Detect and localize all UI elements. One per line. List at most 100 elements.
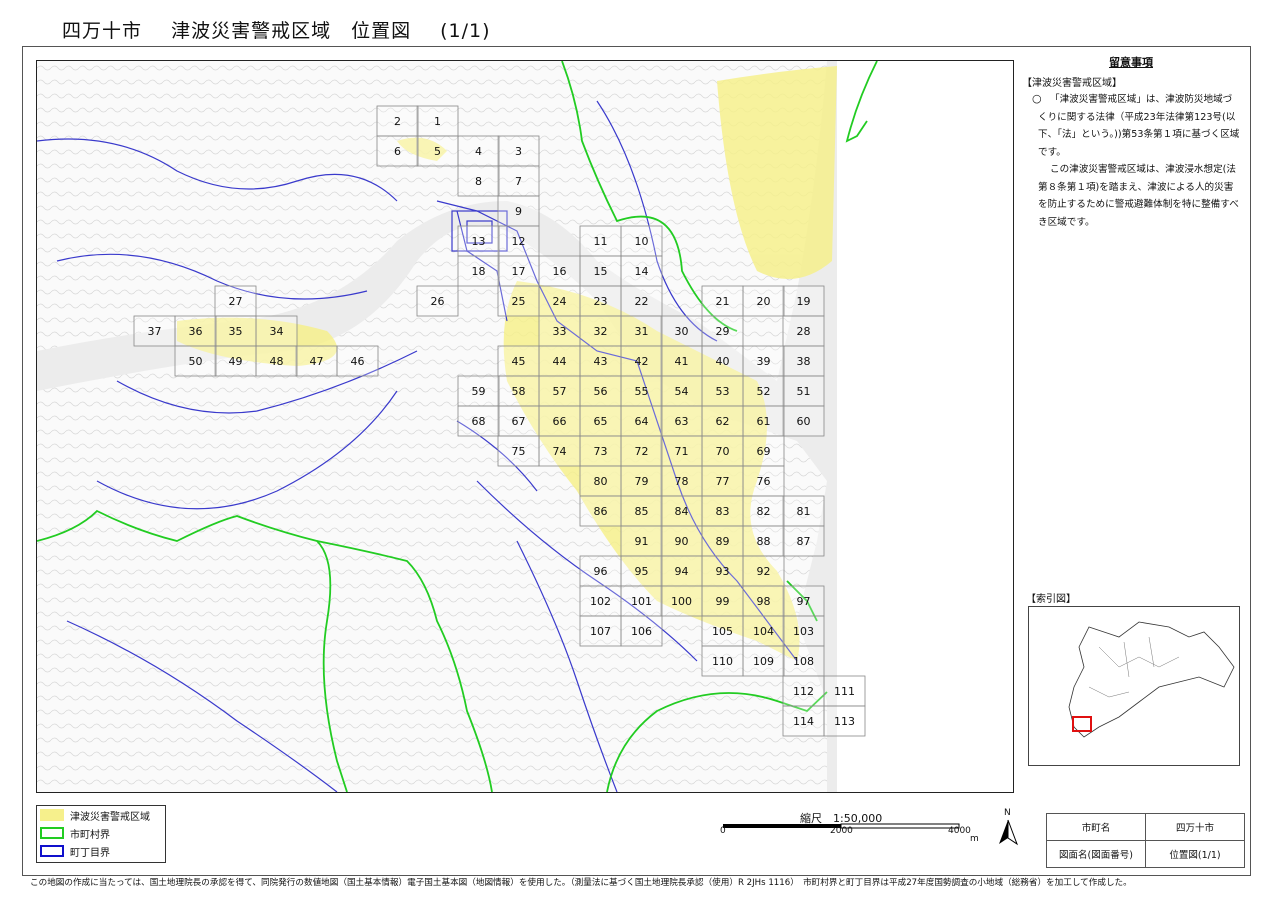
- map-sheet-number[interactable]: 21: [716, 295, 730, 308]
- map-sheet-number[interactable]: 57: [553, 385, 567, 398]
- map-sheet-number[interactable]: 108: [793, 655, 814, 668]
- map-sheet-number[interactable]: 6: [394, 145, 401, 158]
- map-sheet-number[interactable]: 112: [793, 685, 814, 698]
- map-sheet-number[interactable]: 53: [716, 385, 730, 398]
- map-sheet-number[interactable]: 104: [753, 625, 774, 638]
- map-sheet-number[interactable]: 48: [270, 355, 284, 368]
- map-sheet-number[interactable]: 41: [675, 355, 689, 368]
- map-sheet-number[interactable]: 85: [635, 505, 649, 518]
- map-sheet-number[interactable]: 74: [553, 445, 567, 458]
- map-sheet-number[interactable]: 75: [512, 445, 526, 458]
- map-sheet-number[interactable]: 100: [671, 595, 692, 608]
- map-sheet-number[interactable]: 97: [797, 595, 811, 608]
- map-sheet-number[interactable]: 88: [757, 535, 771, 548]
- map-sheet-number[interactable]: 98: [757, 595, 771, 608]
- map-sheet-number[interactable]: 50: [189, 355, 203, 368]
- map-sheet-number[interactable]: 91: [635, 535, 649, 548]
- map-sheet-number[interactable]: 42: [635, 355, 649, 368]
- map-sheet-number[interactable]: 95: [635, 565, 649, 578]
- map-sheet-number[interactable]: 49: [229, 355, 243, 368]
- map-sheet-number[interactable]: 52: [757, 385, 771, 398]
- map-sheet-number[interactable]: 12: [512, 235, 526, 248]
- map-sheet-number[interactable]: 58: [512, 385, 526, 398]
- map-sheet-number[interactable]: 16: [553, 265, 567, 278]
- map-sheet-number[interactable]: 34: [270, 325, 284, 338]
- map-sheet-number[interactable]: 15: [594, 265, 608, 278]
- map-sheet-number[interactable]: 17: [512, 265, 526, 278]
- map-sheet-number[interactable]: 54: [675, 385, 689, 398]
- map-sheet-number[interactable]: 63: [675, 415, 689, 428]
- map-sheet-number[interactable]: 2: [394, 115, 401, 128]
- map-sheet-number[interactable]: 80: [594, 475, 608, 488]
- map-sheet-number[interactable]: 36: [189, 325, 203, 338]
- map-sheet-number[interactable]: 22: [635, 295, 649, 308]
- map-sheet-number[interactable]: 43: [594, 355, 608, 368]
- map-sheet-number[interactable]: 94: [675, 565, 689, 578]
- map-sheet-number[interactable]: 3: [515, 145, 522, 158]
- map-sheet-number[interactable]: 61: [757, 415, 771, 428]
- map-sheet-number[interactable]: 101: [631, 595, 652, 608]
- map-sheet-number[interactable]: 10: [635, 235, 649, 248]
- map-sheet-number[interactable]: 84: [675, 505, 689, 518]
- map-sheet-number[interactable]: 14: [635, 265, 649, 278]
- map-sheet-number[interactable]: 8: [475, 175, 482, 188]
- map-sheet-number[interactable]: 68: [472, 415, 486, 428]
- map-sheet-number[interactable]: 32: [594, 325, 608, 338]
- map-sheet-number[interactable]: 62: [716, 415, 730, 428]
- map-sheet-number[interactable]: 30: [675, 325, 689, 338]
- map-sheet-number[interactable]: 86: [594, 505, 608, 518]
- map-sheet-number[interactable]: 92: [757, 565, 771, 578]
- map-sheet-number[interactable]: 1: [434, 115, 441, 128]
- map-sheet-number[interactable]: 18: [472, 265, 486, 278]
- map-sheet-number[interactable]: 45: [512, 355, 526, 368]
- map-sheet-number[interactable]: 56: [594, 385, 608, 398]
- map-sheet-number[interactable]: 55: [635, 385, 649, 398]
- map-sheet-number[interactable]: 20: [757, 295, 771, 308]
- map-sheet-number[interactable]: 114: [793, 715, 814, 728]
- map-sheet-number[interactable]: 25: [512, 295, 526, 308]
- map-sheet-number[interactable]: 19: [797, 295, 811, 308]
- map-sheet-number[interactable]: 89: [716, 535, 730, 548]
- map-sheet-number[interactable]: 9: [515, 205, 522, 218]
- map-sheet-number[interactable]: 59: [472, 385, 486, 398]
- map-sheet-number[interactable]: 24: [553, 295, 567, 308]
- map-sheet-number[interactable]: 73: [594, 445, 608, 458]
- map-sheet-number[interactable]: 44: [553, 355, 567, 368]
- map-sheet-number[interactable]: 47: [310, 355, 324, 368]
- map-sheet-number[interactable]: 87: [797, 535, 811, 548]
- map-sheet-number[interactable]: 106: [631, 625, 652, 638]
- map-sheet-number[interactable]: 29: [716, 325, 730, 338]
- map-sheet-number[interactable]: 11: [594, 235, 608, 248]
- map-sheet-number[interactable]: 102: [590, 595, 611, 608]
- map-sheet-number[interactable]: 69: [757, 445, 771, 458]
- map-sheet-number[interactable]: 31: [635, 325, 649, 338]
- map-sheet-number[interactable]: 7: [515, 175, 522, 188]
- map-sheet-number[interactable]: 70: [716, 445, 730, 458]
- map-sheet-number[interactable]: 90: [675, 535, 689, 548]
- map-sheet-number[interactable]: 4: [475, 145, 482, 158]
- map-sheet-number[interactable]: 82: [757, 505, 771, 518]
- map-sheet-number[interactable]: 28: [797, 325, 811, 338]
- map-sheet-number[interactable]: 111: [834, 685, 855, 698]
- map-sheet-number[interactable]: 5: [434, 145, 441, 158]
- map-sheet-number[interactable]: 46: [351, 355, 365, 368]
- map-sheet-number[interactable]: 113: [834, 715, 855, 728]
- map-sheet-number[interactable]: 23: [594, 295, 608, 308]
- map-sheet-number[interactable]: 81: [797, 505, 811, 518]
- map-sheet-number[interactable]: 103: [793, 625, 814, 638]
- map-sheet-number[interactable]: 79: [635, 475, 649, 488]
- map-sheet-number[interactable]: 93: [716, 565, 730, 578]
- map-sheet-number[interactable]: 64: [635, 415, 649, 428]
- map-sheet-number[interactable]: 77: [716, 475, 730, 488]
- map-area[interactable]: 1 2 3 4 5 6 7 8 9 10 11 12 13 14 15 16 17 18 19 20 21 22 23 24 2…: [36, 60, 1014, 793]
- map-sheet-number[interactable]: 37: [148, 325, 162, 338]
- map-sheet-number[interactable]: 96: [594, 565, 608, 578]
- map-sheet-number[interactable]: 38: [797, 355, 811, 368]
- map-sheet-number[interactable]: 72: [635, 445, 649, 458]
- map-sheet-number[interactable]: 67: [512, 415, 526, 428]
- map-sheet-number[interactable]: 60: [797, 415, 811, 428]
- map-sheet-number[interactable]: 83: [716, 505, 730, 518]
- map-sheet-number[interactable]: 109: [753, 655, 774, 668]
- map-sheet-number[interactable]: 66: [553, 415, 567, 428]
- map-sheet-number[interactable]: 71: [675, 445, 689, 458]
